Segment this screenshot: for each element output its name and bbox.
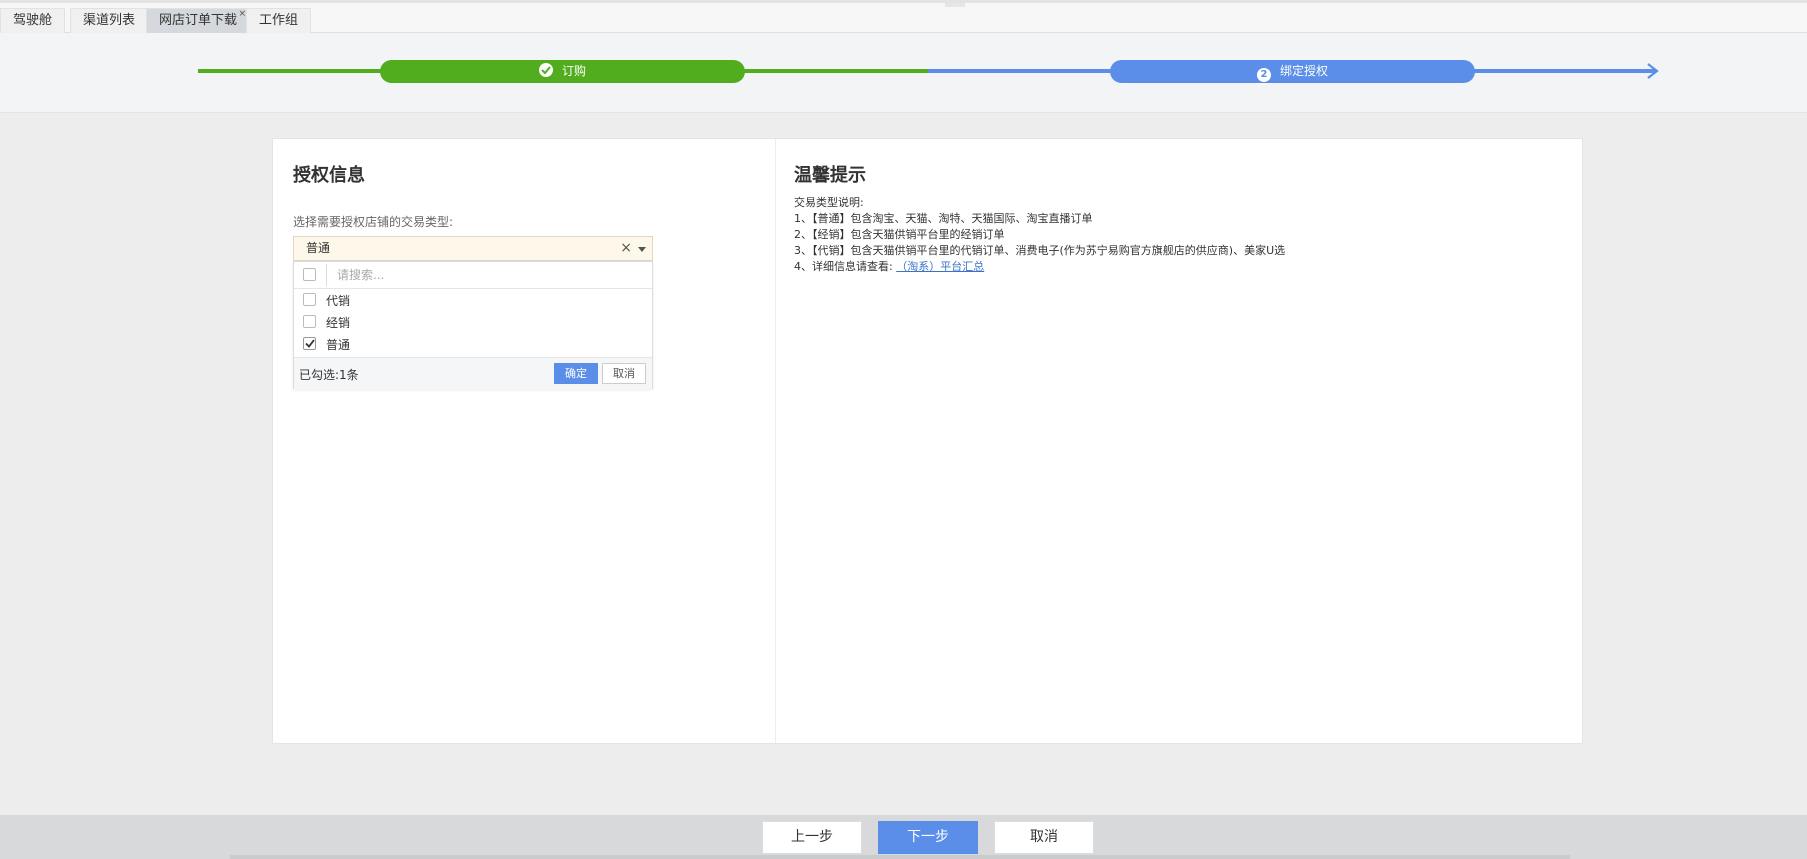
progress-arrow-icon [1647, 63, 1659, 79]
tab-label: 工作组 [259, 13, 299, 28]
tab-close-icon[interactable]: × [238, 10, 246, 19]
tips-content: 交易类型说明: 1、【普通】包含淘宝、天猫、淘特、天猫国际、淘宝直播订单 2、【… [794, 195, 1285, 275]
cancel-wizard-button[interactable]: 取消 [994, 821, 1094, 854]
step-bind-authorization: 2 绑定授权 [1110, 60, 1475, 83]
dropdown-search-row [294, 262, 652, 289]
card-divider [775, 139, 776, 743]
bottom-scroll-strip[interactable] [230, 855, 1570, 859]
tips-line: 3、【代销】包含天猫供销平台里的代销订单、消费电子(作为苏宁易购官方旗舰店的供应… [794, 244, 1286, 257]
cancel-button[interactable]: 取消 [602, 363, 646, 384]
tab-cockpit[interactable]: 驾驶舱 [0, 8, 66, 33]
tips-link-prefix: 4、详细信息请查看: [794, 260, 893, 273]
select-all-checkbox[interactable] [303, 268, 316, 281]
bottom-action-bar: 上一步 下一步 取消 [0, 815, 1807, 859]
content-card: 授权信息 选择需要授权店铺的交易类型: 普通 × 代销 经销 普通 已勾 [272, 138, 1583, 744]
step-number-icon: 2 [1256, 68, 1271, 82]
auth-title: 授权信息 [293, 165, 365, 186]
next-step-button[interactable]: 下一步 [878, 821, 978, 854]
option-consignment[interactable]: 代销 [294, 289, 652, 311]
step-subscribe: 订购 [380, 60, 745, 83]
step-label: 绑定授权 [1279, 64, 1328, 78]
trade-type-selected-value: 普通 [306, 241, 331, 255]
tips-line: 4、详细信息请查看: （淘系）平台汇总 [794, 259, 1285, 275]
option-normal[interactable]: 普通 [294, 333, 652, 355]
tab-label: 驾驶舱 [13, 13, 53, 28]
option-label: 代销 [326, 294, 351, 308]
tab-label: 网店订单下载 [159, 13, 238, 28]
option-checkbox[interactable] [303, 293, 316, 306]
prev-step-button[interactable]: 上一步 [762, 821, 862, 854]
check-circle-icon [538, 63, 553, 77]
option-label: 经销 [326, 316, 351, 330]
trade-type-label: 选择需要授权店铺的交易类型: [293, 215, 454, 229]
confirm-button[interactable]: 确定 [554, 363, 598, 384]
tab-bar: 驾驶舱 渠道列表 网店订单下载 × 工作组 [0, 0, 1807, 33]
tab-channel-list[interactable]: 渠道列表 [70, 8, 149, 33]
selected-count: 已勾选:1条 [299, 368, 359, 382]
option-checkbox-checked[interactable] [303, 337, 316, 350]
option-checkbox[interactable] [303, 315, 316, 328]
chevron-down-icon[interactable] [638, 247, 646, 252]
option-distribution[interactable]: 经销 [294, 311, 652, 333]
tips-intro: 交易类型说明: [794, 196, 864, 209]
check-icon [305, 339, 315, 348]
dropdown-footer: 已勾选:1条 确定 取消 [294, 357, 652, 389]
step-progress: 订购 2 绑定授权 [0, 33, 1807, 113]
option-label: 普通 [326, 338, 351, 352]
search-input[interactable] [327, 264, 639, 286]
step-label: 订购 [561, 64, 586, 78]
tab-workgroup[interactable]: 工作组 [246, 8, 312, 33]
tab-shop-order-download[interactable]: 网店订单下载 × [146, 8, 251, 33]
tips-title: 温馨提示 [794, 165, 866, 186]
tab-label: 渠道列表 [83, 13, 136, 28]
search-box [326, 264, 651, 286]
tips-line: 1、【普通】包含淘宝、天猫、淘特、天猫国际、淘宝直播订单 [794, 212, 1093, 225]
window-drag-handle[interactable] [945, 3, 965, 7]
platform-summary-link[interactable]: （淘系）平台汇总 [896, 260, 984, 273]
trade-type-dropdown: 代销 经销 普通 已勾选:1条 确定 取消 [293, 261, 653, 389]
clear-icon[interactable]: × [620, 237, 632, 260]
tips-line: 2、【经销】包含天猫供销平台里的经销订单 [794, 228, 1005, 241]
trade-type-select[interactable]: 普通 × [293, 236, 653, 261]
